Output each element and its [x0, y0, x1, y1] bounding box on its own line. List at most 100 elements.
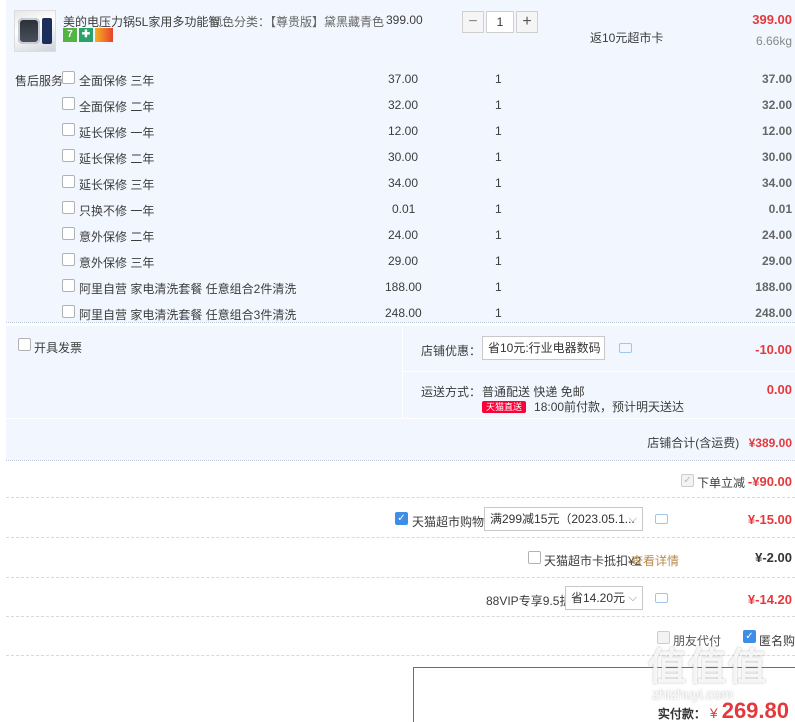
column-divider [402, 326, 403, 418]
qty-decrease-button[interactable]: − [462, 11, 484, 33]
separator [6, 497, 795, 498]
chevron-down-icon: ⌵ [628, 513, 637, 525]
service-price: 29.00 [388, 254, 419, 268]
service-total: 30.00 [761, 150, 792, 164]
service-total: 24.00 [761, 228, 792, 242]
store-total-label: 店铺合计(含运费) [647, 436, 740, 450]
shipping-delivery: 天猫直送 18:00前付款，预计明天送达 [482, 398, 684, 415]
service-name: 全面保修 三年 [79, 74, 155, 88]
chat-icon[interactable] [655, 514, 668, 524]
service-checkbox[interactable] [62, 305, 75, 318]
service-row: 阿里自营 家电清洗套餐 任意组合3件清洗 248.00 1 248.00 [0, 298, 795, 324]
service-price: 248.00 [385, 306, 422, 320]
service-name: 全面保修 二年 [79, 100, 155, 114]
vip-select[interactable]: 省14.20元 ⌵ [565, 586, 643, 610]
service-row: 延长保修 三年 34.00 1 34.00 [0, 168, 795, 194]
tmall-direct-badge: 天猫直送 [482, 400, 527, 413]
service-price: 24.00 [388, 228, 419, 242]
row-divider [6, 418, 795, 419]
shipping-note: 18:00前付款，预计明天送达 [534, 400, 685, 414]
seven-day-return-icon: 7 [63, 28, 77, 42]
service-row: 只换不修 一年 0.01 1 0.01 [0, 194, 795, 220]
service-qty: 1 [495, 254, 502, 268]
watermark-text: 值值值 [648, 647, 769, 689]
separator [6, 616, 795, 617]
service-checkbox[interactable] [62, 175, 75, 188]
coupon-value: 满299减15元（2023.05.1... [490, 512, 635, 526]
store-discount-select[interactable]: 省10元:行业电器数码 ⌵ [482, 336, 605, 360]
service-name: 意外保修 三年 [79, 256, 155, 270]
product-tags: 7 ✚ [63, 28, 113, 42]
service-row: 意外保修 三年 29.00 1 29.00 [0, 246, 795, 272]
shield-icon: ✚ [79, 28, 93, 42]
service-qty: 1 [495, 228, 502, 242]
product-thumbnail[interactable] [14, 10, 56, 52]
product-subtotal: 399.00 [752, 12, 792, 27]
service-checkbox[interactable] [62, 279, 75, 292]
final-currency: ¥ [709, 705, 718, 721]
store-discount-amount: -10.00 [755, 342, 792, 357]
service-price: 37.00 [388, 72, 419, 86]
vip-value: 省14.20元 [571, 591, 626, 605]
chevron-down-icon: ⌵ [590, 342, 599, 354]
separator [6, 577, 795, 578]
service-price: 0.01 [392, 202, 416, 216]
service-name: 意外保修 二年 [79, 230, 155, 244]
service-row: 延长保修 二年 30.00 1 30.00 [0, 142, 795, 168]
service-qty: 1 [495, 150, 502, 164]
service-checkbox[interactable] [62, 71, 75, 84]
service-total: 34.00 [761, 176, 792, 190]
service-checkbox[interactable] [62, 201, 75, 214]
vip-amount: ¥-14.20 [747, 592, 792, 607]
chevron-down-icon: ⌵ [628, 592, 637, 604]
service-row: 意外保修 二年 24.00 1 24.00 [0, 220, 795, 246]
service-row: 全面保修 三年 37.00 1 37.00 [0, 64, 795, 90]
service-price: 34.00 [388, 176, 419, 190]
order-discount-label: 下单立减 [697, 476, 746, 490]
chat-icon[interactable] [655, 593, 668, 603]
service-name: 只换不修 一年 [79, 204, 155, 218]
watermark-sub: zhizhuyi.com [652, 686, 733, 702]
card-deduct-link[interactable]: 查看详情 [631, 552, 679, 569]
service-total: 37.00 [761, 72, 792, 86]
service-qty: 1 [495, 202, 502, 216]
service-total: 32.00 [761, 98, 792, 112]
qty-increase-button[interactable]: + [516, 11, 538, 33]
service-checkbox[interactable] [62, 123, 75, 136]
coupon-checkbox[interactable]: ✓ [395, 512, 408, 525]
store-discount-value: 省10元:行业电器数码 [488, 341, 601, 355]
service-qty: 1 [495, 306, 502, 320]
service-total: 188.00 [755, 280, 792, 294]
coupon-amount: ¥-15.00 [747, 512, 792, 527]
service-checkbox[interactable] [62, 227, 75, 240]
separator [6, 460, 795, 461]
invoice-label[interactable]: 开具发票 [34, 339, 82, 356]
service-total: 29.00 [761, 254, 792, 268]
service-checkbox[interactable] [62, 149, 75, 162]
service-qty: 1 [495, 98, 502, 112]
service-checkbox[interactable] [62, 97, 75, 110]
shipping-label: 运送方式： [421, 385, 482, 399]
service-qty: 1 [495, 124, 502, 138]
coupon-select[interactable]: 满299减15元（2023.05.1... ⌵ [484, 507, 643, 531]
chat-icon[interactable] [619, 343, 632, 353]
product-unit-price: 399.00 [386, 13, 423, 27]
vip-label: 88VIP专享9.5折 [486, 594, 572, 608]
store-total-amount: ¥389.00 [748, 436, 792, 450]
service-name: 延长保修 一年 [79, 126, 155, 140]
service-checkbox[interactable] [62, 253, 75, 266]
service-name: 延长保修 二年 [79, 152, 155, 166]
service-row: 延长保修 一年 12.00 1 12.00 [0, 116, 795, 142]
store-total: 店铺合计(含运费) ¥389.00 [647, 434, 792, 451]
service-total: 248.00 [755, 306, 792, 320]
invoice-checkbox[interactable] [18, 338, 31, 351]
product-sku: 颜色分类：【尊贵版】黛黑藏青色 [210, 15, 385, 29]
card-deduct-checkbox[interactable] [528, 551, 541, 564]
final-label: 实付款： [657, 707, 706, 721]
card-deduct-amount: ¥-2.00 [755, 550, 792, 565]
store-discount-label: 店铺优惠： [421, 344, 482, 358]
rebate-text: 返10元超市卡 [590, 31, 664, 45]
watermark-logo: 值值值 [648, 636, 768, 691]
separator [6, 322, 795, 323]
qty-input[interactable]: 1 [486, 11, 514, 33]
